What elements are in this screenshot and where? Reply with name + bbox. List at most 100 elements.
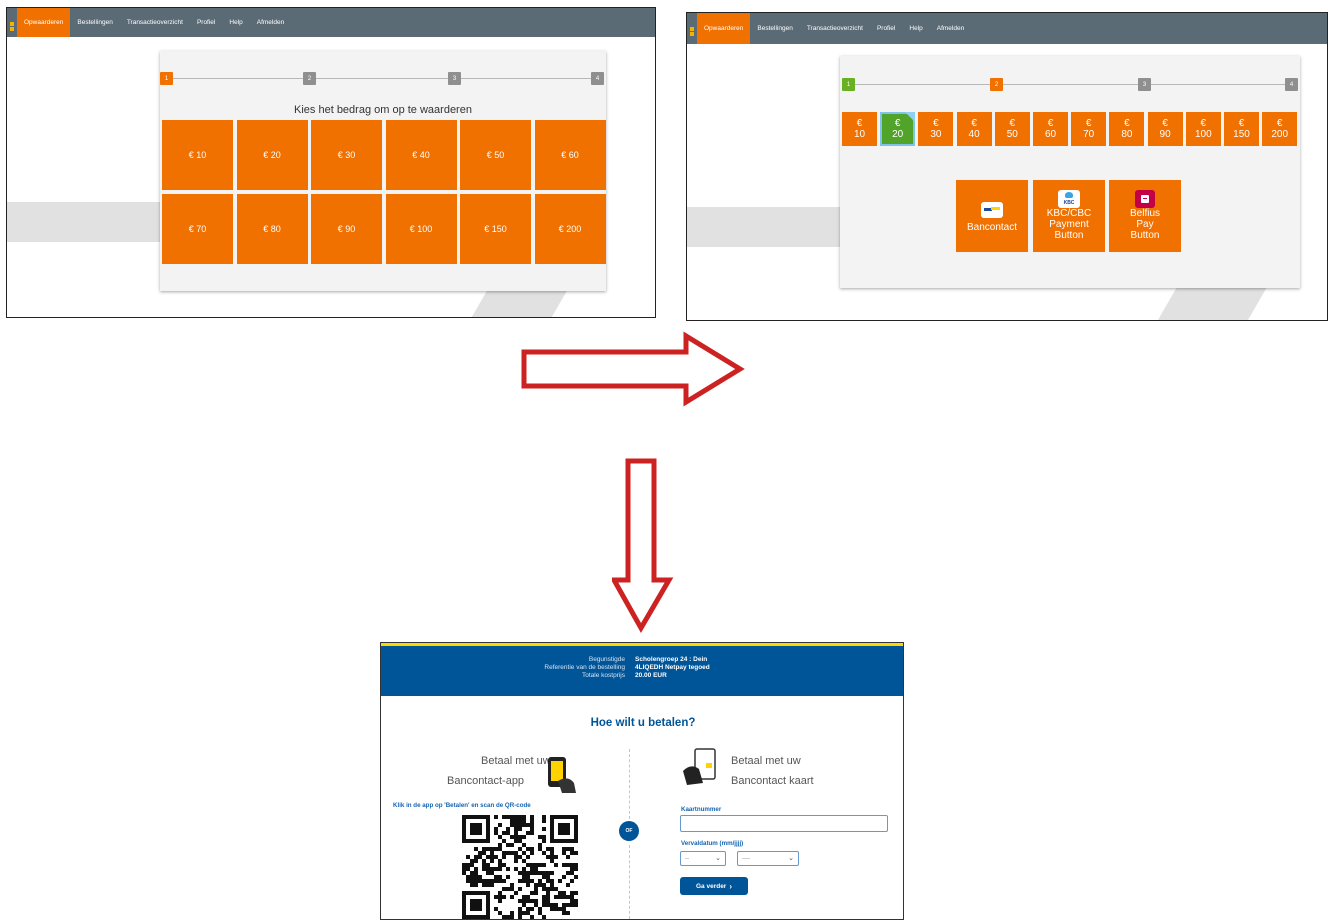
- nav-opwaarderen[interactable]: Opwaarderen: [697, 13, 751, 44]
- currency-symbol: €: [1200, 118, 1207, 129]
- card-hand-icon: [683, 748, 716, 785]
- step-2: 2: [303, 72, 316, 85]
- pay-kbc-label-2: Payment: [1049, 219, 1089, 230]
- amount-tile[interactable]: €70: [1071, 112, 1107, 146]
- amount-tile[interactable]: € 150: [460, 194, 531, 264]
- amount-tile[interactable]: €10: [842, 112, 877, 146]
- currency-symbol: €: [1124, 118, 1130, 129]
- amount-tile[interactable]: €90: [1147, 112, 1183, 146]
- currency-symbol: €: [1009, 118, 1016, 129]
- pay-bancontact-button[interactable]: Bancontact: [956, 180, 1028, 252]
- pay-belfius-label-3: Button: [1130, 230, 1160, 241]
- nav-help[interactable]: Help: [902, 13, 929, 44]
- amount-value: 150: [1233, 129, 1250, 140]
- continue-label: Ga verder: [695, 882, 727, 890]
- nav-afmelden[interactable]: Afmelden: [930, 13, 971, 44]
- pay-belfius-label-2: Pay: [1136, 219, 1154, 230]
- amount-value: 50: [1006, 129, 1018, 140]
- amount-tile[interactable]: € 20: [236, 120, 308, 190]
- currency-symbol: €: [1238, 118, 1245, 129]
- app-logo-icon: [7, 8, 17, 37]
- amount-tile[interactable]: € 200: [534, 194, 606, 264]
- amount-tile[interactable]: € 10: [162, 120, 233, 190]
- amount-tile[interactable]: €200: [1262, 112, 1298, 146]
- amount-value: 40: [968, 129, 980, 140]
- amount-tile[interactable]: €50: [994, 112, 1030, 146]
- step-1: 1: [160, 72, 173, 85]
- expiry-month-select[interactable]: -- ⌄: [680, 851, 726, 866]
- amount-value: 60: [1044, 129, 1057, 140]
- amount-tile[interactable]: €30: [918, 112, 954, 146]
- nav-help[interactable]: Help: [222, 8, 249, 37]
- currency-symbol: €: [894, 118, 901, 129]
- amount-tile[interactable]: € 30: [311, 120, 382, 190]
- amount-value: 20: [892, 129, 904, 140]
- currency-symbol: €: [1276, 118, 1283, 129]
- amount-tile[interactable]: €100: [1185, 112, 1221, 146]
- beneficiary-value: Scholengroep 24 : Dein: [635, 656, 708, 663]
- nav-bestellingen[interactable]: Bestellingen: [750, 13, 799, 44]
- amount-tile[interactable]: € 60: [534, 120, 606, 190]
- nav-profiel[interactable]: Profiel: [190, 8, 222, 37]
- order-summary-header: Begunstigde Scholengroep 24 : Dein Refer…: [381, 643, 903, 696]
- card-number-label: Kaartnummer: [681, 806, 722, 813]
- pay-kbc-button[interactable]: KBC KBC/CBC Payment Button: [1033, 180, 1105, 252]
- amount-value: 10: [853, 129, 866, 140]
- expiry-label: Vervaldatum (mm/jjjj): [681, 840, 744, 847]
- nav-opwaarderen[interactable]: Opwaarderen: [17, 8, 71, 37]
- amount-tile[interactable]: €150: [1224, 112, 1259, 146]
- belfius-logo-icon: [1135, 190, 1155, 208]
- amount-value: 100: [1194, 129, 1212, 140]
- expiry-year-select[interactable]: ---- ⌄: [737, 851, 799, 866]
- down-arrow-icon: [612, 458, 674, 634]
- app-heading-line2: Bancontact-app: [447, 775, 525, 787]
- currency-symbol: €: [1085, 118, 1092, 129]
- amount-value: 90: [1159, 129, 1171, 140]
- amount-tile[interactable]: € 40: [385, 120, 457, 190]
- amount-value: 30: [930, 129, 942, 140]
- top-navbar: Opwaarderen Bestellingen Transactieoverz…: [687, 13, 1327, 44]
- reference-label: Referentie van de bestelling: [544, 664, 625, 671]
- card-heading-line1: Betaal met uw: [731, 755, 801, 767]
- pay-kbc-label-3: Button: [1054, 230, 1084, 241]
- nav-afmelden[interactable]: Afmelden: [250, 8, 291, 37]
- chevron-down-icon: ⌄: [788, 855, 794, 862]
- nav-bestellingen[interactable]: Bestellingen: [70, 8, 119, 37]
- background-diagonal: [1144, 283, 1270, 320]
- or-divider-top: [629, 749, 630, 819]
- stepper-line: [848, 84, 1292, 85]
- amount-tile[interactable]: € 70: [162, 194, 233, 264]
- currency-symbol: €: [1162, 118, 1168, 129]
- continue-button[interactable]: Ga verder ›: [680, 877, 748, 895]
- card-number-value: [681, 824, 685, 831]
- pay-kbc-label-1: KBC/CBC: [1046, 208, 1092, 219]
- step-3: 3: [1138, 78, 1151, 91]
- nav-transactieoverzicht[interactable]: Transactieoverzicht: [800, 13, 870, 44]
- amount-tile[interactable]: € 80: [236, 194, 308, 264]
- screenshot-step2: Opwaarderen Bestellingen Transactieoverz…: [686, 12, 1328, 321]
- amount-tile[interactable]: €60: [1033, 112, 1068, 146]
- nav-transactieoverzicht[interactable]: Transactieoverzicht: [120, 8, 190, 37]
- amount-tile[interactable]: €20: [880, 112, 916, 146]
- expiry-month-value: --: [685, 855, 689, 862]
- pay-belfius-label-1: Belfius: [1129, 208, 1160, 219]
- amount-panel: 1 2 3 4 Kies het bedrag om op te waarder…: [160, 51, 606, 291]
- nav-profiel[interactable]: Profiel: [870, 13, 902, 44]
- amount-tile[interactable]: €80: [1109, 112, 1145, 146]
- amount-tile[interactable]: € 100: [385, 194, 457, 264]
- amount-tile[interactable]: €40: [956, 112, 992, 146]
- pay-belfius-button[interactable]: Belfius Pay Button: [1109, 180, 1181, 252]
- step-3: 3: [448, 72, 461, 85]
- amount-tile[interactable]: € 50: [460, 120, 531, 190]
- bancontact-logo-icon: [981, 202, 1003, 218]
- qr-instruction: Klik in de app op 'Betalen' en scan de Q…: [393, 802, 531, 809]
- card-heading-line2: Bancontact kaart: [731, 775, 814, 787]
- currency-symbol: €: [933, 118, 939, 129]
- or-badge: OF: [619, 821, 639, 841]
- card-number-input[interactable]: [680, 815, 888, 832]
- currency-symbol: €: [1047, 118, 1054, 129]
- amount-value: 200: [1271, 129, 1289, 140]
- reference-value: 4LIQEDH Netpay tegoed: [635, 664, 710, 671]
- amount-tile[interactable]: € 90: [311, 194, 382, 264]
- chevron-right-icon: ›: [729, 881, 733, 891]
